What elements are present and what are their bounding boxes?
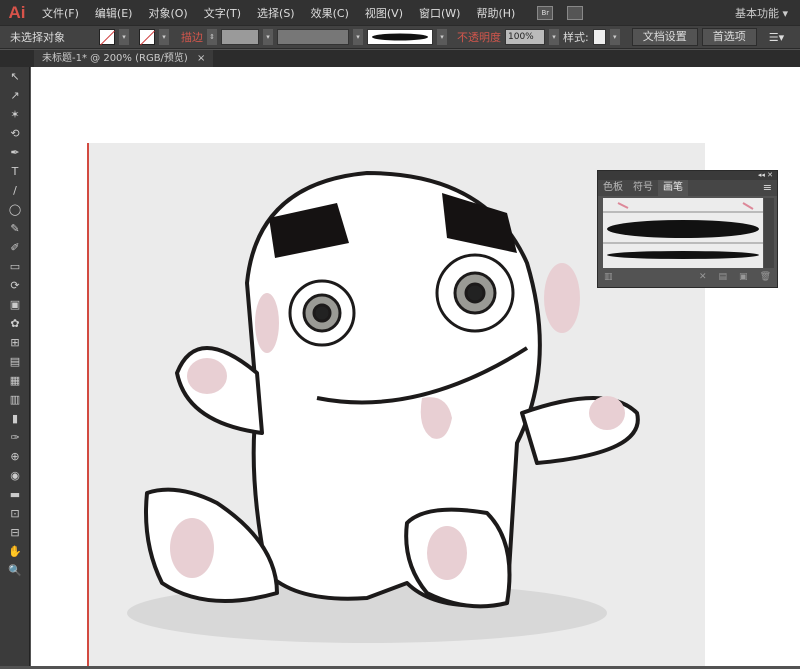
tool-21-icon[interactable]: ◉ — [4, 467, 26, 485]
tool-19-icon[interactable]: ✑ — [4, 429, 26, 447]
tool-23-icon[interactable]: ⊡ — [4, 505, 26, 523]
menu-bar: Ai 文件(F) 编辑(E) 对象(O) 文字(T) 选择(S) 效果(C) 视… — [0, 0, 800, 25]
new-brush-icon[interactable]: ▣ — [739, 272, 748, 282]
canvas[interactable] — [31, 67, 800, 666]
stroke-dropdown[interactable]: ▾ — [159, 29, 169, 45]
stroke-swatch[interactable] — [139, 29, 155, 45]
stroke-label[interactable]: 描边 — [181, 29, 203, 45]
menu-select[interactable]: 选择(S) — [249, 5, 303, 21]
tool-22-icon[interactable]: ▬ — [4, 486, 26, 504]
tool-14-icon[interactable]: ⊞ — [4, 334, 26, 352]
tool-26-icon[interactable]: 🔍 — [4, 562, 26, 580]
close-tab-icon[interactable]: × — [197, 53, 205, 64]
preferences-button[interactable]: 首选项 — [701, 28, 757, 46]
brushes-panel: ◂◂ ✕ 色板 符号 画笔 ≡ ▥ ✕ ▤ ▣ 🗑 — [597, 170, 778, 288]
tool-20-icon[interactable]: ⊕ — [4, 448, 26, 466]
tool-6-icon[interactable]: / — [4, 182, 26, 200]
tool-9-icon[interactable]: ✐ — [4, 239, 26, 257]
tool-11-icon[interactable]: ⟳ — [4, 277, 26, 295]
brush-list[interactable] — [603, 198, 763, 268]
panel-footer: ▥ ✕ ▤ ▣ 🗑 — [598, 267, 777, 287]
selection-status: 未选择对象 — [10, 31, 65, 44]
stroke-weight-input[interactable] — [221, 29, 259, 45]
fill-swatch[interactable] — [99, 29, 115, 45]
tool-15-icon[interactable]: ▤ — [4, 353, 26, 371]
opacity-dropdown[interactable]: ▾ — [549, 29, 559, 45]
menu-view[interactable]: 视图(V) — [357, 5, 411, 21]
remove-stroke-icon[interactable]: ✕ — [699, 272, 707, 282]
tool-0-icon[interactable]: ↖ — [4, 68, 26, 86]
tool-12-icon[interactable]: ▣ — [4, 296, 26, 314]
tool-25-icon[interactable]: ✋ — [4, 543, 26, 561]
document-tab[interactable]: 未标题-1* @ 200% (RGB/预览) × — [34, 50, 214, 67]
tab-swatches[interactable]: 色板 — [598, 180, 628, 196]
brush-options-icon[interactable]: ▤ — [719, 272, 728, 282]
artboard-edge-guide — [87, 143, 89, 666]
tool-13-icon[interactable]: ✿ — [4, 315, 26, 333]
tool-2-icon[interactable]: ✶ — [4, 106, 26, 124]
tool-16-icon[interactable]: ▦ — [4, 372, 26, 390]
delete-brush-icon[interactable]: 🗑 — [760, 272, 771, 282]
menu-help[interactable]: 帮助(H) — [468, 5, 523, 21]
brush-item — [607, 220, 759, 238]
menu-type[interactable]: 文字(T) — [196, 5, 249, 21]
document-tab-bar: 未标题-1* @ 200% (RGB/预览) × — [0, 50, 800, 67]
workspace-switcher[interactable]: 基本功能 ▾ — [735, 5, 788, 21]
stroke-weight-stepper[interactable]: ⇕ — [207, 29, 217, 45]
tool-10-icon[interactable]: ▭ — [4, 258, 26, 276]
tool-1-icon[interactable]: ↗ — [4, 87, 26, 105]
app-logo: Ai — [8, 2, 26, 22]
stroke-weight-dropdown[interactable]: ▾ — [263, 29, 273, 45]
tool-5-icon[interactable]: T — [4, 163, 26, 181]
panel-menu-icon[interactable]: ≡ — [763, 180, 777, 196]
bridge-button[interactable]: Br — [537, 5, 554, 20]
style-dropdown[interactable]: ▾ — [609, 29, 620, 45]
brush-item — [607, 251, 759, 259]
tool-3-icon[interactable]: ⟲ — [4, 125, 26, 143]
tools-panel: ↖ ↗ ✶ ⟲ ✒ T / ◯ ✎ ✐ ▭ ⟳ ▣ ✿ ⊞ ▤ ▦ ▥ ▮ ✑ ⊕ ◉ ▬ ⊡ ⊟ ✋ 🔍 — [0, 67, 30, 666]
fill-dropdown[interactable]: ▾ — [119, 29, 129, 45]
opacity-label[interactable]: 不透明度 — [457, 29, 501, 45]
menu-effect[interactable]: 效果(C) — [303, 5, 357, 21]
tool-18-icon[interactable]: ▮ — [4, 410, 26, 428]
brush-library-icon[interactable]: ▥ — [604, 272, 613, 282]
brush-strokes — [603, 202, 763, 259]
tool-4-icon[interactable]: ✒ — [4, 144, 26, 162]
menu-window[interactable]: 窗口(W) — [411, 5, 468, 21]
arrange-documents-button[interactable] — [567, 5, 584, 20]
style-label: 样式: — [563, 31, 589, 44]
profile-dropdown[interactable]: ▾ — [353, 29, 363, 45]
document-tab-title: 未标题-1* @ 200% (RGB/预览) — [42, 53, 188, 64]
variable-width-profile[interactable] — [277, 29, 349, 45]
brush-dropdown[interactable]: ▾ — [437, 29, 447, 45]
opacity-input[interactable]: 100% — [505, 29, 545, 45]
panel-controls[interactable]: ◂◂ ✕ — [598, 171, 777, 180]
control-menu-icon[interactable]: ☰▾ — [769, 31, 784, 44]
tool-7-icon[interactable]: ◯ — [4, 201, 26, 219]
tab-symbols[interactable]: 符号 — [628, 180, 658, 196]
control-bar: 未选择对象 ▾ ▾ 描边 ⇕ ▾ ▾ ▾ 不透明度 100% ▾ 样式: ▾ 文档… — [0, 25, 800, 49]
menu-file[interactable]: 文件(F) — [34, 5, 87, 21]
panel-scrollbar[interactable] — [764, 198, 774, 268]
document-setup-button[interactable]: 文档设置 — [631, 28, 698, 46]
menu-object[interactable]: 对象(O) — [140, 5, 195, 21]
menu-edit[interactable]: 编辑(E) — [87, 5, 141, 21]
brush-definition[interactable] — [367, 29, 433, 45]
tab-brushes[interactable]: 画笔 — [658, 180, 688, 196]
tool-8-icon[interactable]: ✎ — [4, 220, 26, 238]
tool-17-icon[interactable]: ▥ — [4, 391, 26, 409]
brush-preview-icon — [372, 33, 428, 41]
graphic-style-swatch[interactable] — [592, 29, 606, 45]
tool-24-icon[interactable]: ⊟ — [4, 524, 26, 542]
